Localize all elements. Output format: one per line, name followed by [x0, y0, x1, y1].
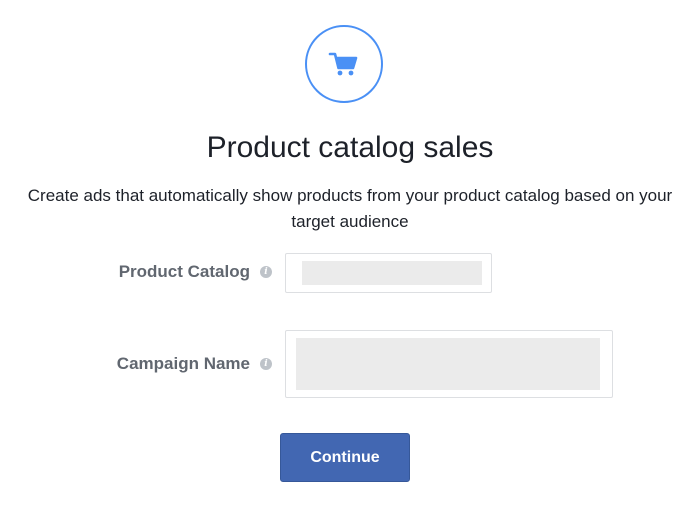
- info-icon[interactable]: i: [260, 358, 272, 370]
- shopping-cart-icon-glyph: [328, 52, 358, 76]
- continue-button[interactable]: Continue: [280, 433, 410, 482]
- shopping-cart-icon: [305, 25, 383, 103]
- info-icon[interactable]: i: [260, 266, 272, 278]
- product-catalog-label: Product Catalog: [118, 262, 250, 281]
- page-title: Product catalog sales: [206, 131, 494, 164]
- campaign-name-field[interactable]: [296, 338, 600, 390]
- campaign-name-label-row: Campaign Name i: [60, 351, 272, 377]
- campaign-name-box[interactable]: [285, 330, 613, 398]
- page-description: Create ads that automatically show produ…: [27, 186, 673, 231]
- campaign-name-label: Campaign Name: [116, 354, 250, 373]
- product-catalog-select[interactable]: [285, 253, 492, 293]
- product-catalog-field[interactable]: [302, 261, 482, 285]
- product-catalog-label-row: Product Catalog i: [60, 259, 272, 285]
